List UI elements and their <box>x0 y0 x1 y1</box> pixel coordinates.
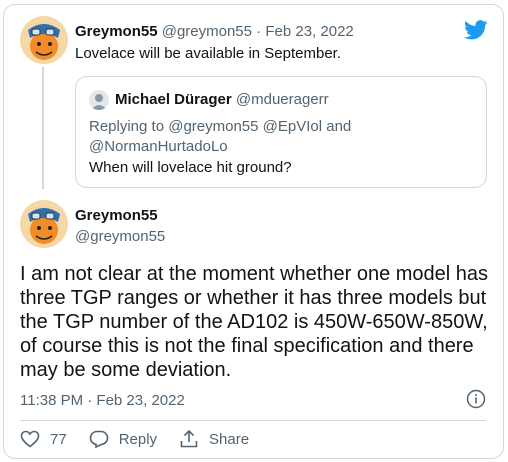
quoted-tweet[interactable]: Michael Dürager @mdueragerr Replying to … <box>75 76 487 188</box>
author-handle[interactable]: @greymon55 <box>162 23 252 40</box>
author-name[interactable]: Greymon55 <box>75 23 158 40</box>
author-handle[interactable]: @greymon55 <box>75 228 165 245</box>
separator-dot: · <box>256 23 262 40</box>
parent-tweet-header: Greymon55 @greymon55 · Feb 23, 2022 <box>75 23 354 40</box>
reply-bubble-icon <box>89 430 108 448</box>
reply-label: Reply <box>118 430 158 448</box>
like-count: 77 <box>50 430 67 448</box>
like-button[interactable]: 77 <box>20 430 67 448</box>
share-icon <box>180 429 198 448</box>
replying-to: Replying to @greymon55 @EpVIol and @Norm… <box>89 117 449 157</box>
quoted-tweet-text: When will lovelace hit ground? <box>89 159 292 176</box>
info-icon[interactable] <box>466 389 486 414</box>
avatar[interactable] <box>89 90 109 110</box>
divider <box>20 420 486 421</box>
avatar[interactable] <box>20 16 68 64</box>
tweet-date[interactable]: Feb 23, 2022 <box>265 23 353 40</box>
parent-tweet-text: Lovelace will be available in September. <box>75 45 341 62</box>
share-button[interactable]: Share <box>179 429 249 449</box>
quoted-tweet-header: Michael Dürager @mdueragerr <box>115 91 329 108</box>
thread-connector-line <box>42 67 44 189</box>
twitter-bird-icon[interactable] <box>464 20 488 45</box>
replying-to-line[interactable]: Replying to @greymon55 @EpVIol and <box>89 117 449 137</box>
heart-icon <box>20 430 40 448</box>
author-name[interactable]: Greymon55 <box>75 207 158 224</box>
tweet-timestamp[interactable]: 11:38 PM · Feb 23, 2022 <box>20 392 185 409</box>
replying-to-line[interactable]: @NormanHurtadoLo <box>89 137 449 157</box>
reply-button[interactable]: Reply <box>89 430 157 448</box>
author-name[interactable]: Michael Dürager <box>115 91 232 108</box>
avatar[interactable] <box>20 200 68 248</box>
share-label: Share <box>209 430 250 448</box>
author-handle[interactable]: @mdueragerr <box>236 91 329 108</box>
action-bar: 77 Reply Share <box>20 429 271 449</box>
main-tweet-text: I am not clear at the moment whether one… <box>20 263 489 381</box>
